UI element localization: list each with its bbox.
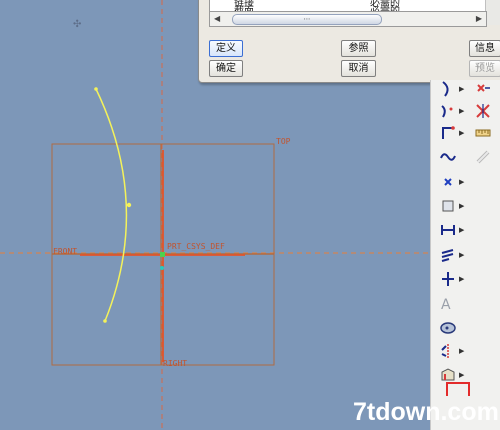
sketch-toolbar: ▶ ▶ ▶ ▶ ▶ ▶ ▶ ▶ A ▶ ▶ (430, 80, 500, 430)
arc-mid-point[interactable] (126, 202, 132, 208)
vertical-scrollbar[interactable] (485, 0, 500, 25)
cancel-button[interactable]: 取消 (341, 60, 376, 77)
text-icon[interactable]: A (433, 292, 463, 314)
sketch-arc-curve[interactable] (95, 88, 128, 322)
label-front: FRONT (53, 247, 78, 256)
chevron-right-icon[interactable]: ▶ (459, 122, 465, 144)
chevron-right-icon[interactable]: ▶ (459, 244, 465, 266)
trim-cross-icon[interactable] (469, 100, 497, 122)
spin-center-icon: ✣ (73, 19, 82, 30)
reference-button[interactable]: 参照 (341, 40, 376, 57)
label-csys: PRT_CSYS_DEF (167, 242, 225, 251)
horizontal-scrollbar[interactable]: ◀ ⋯ ▶ (209, 11, 487, 27)
delete-segment-icon[interactable] (469, 78, 497, 100)
arc-start-point[interactable] (94, 87, 98, 91)
spline-icon[interactable] (433, 146, 463, 168)
chevron-right-icon[interactable]: ▶ (459, 171, 465, 193)
chevron-right-icon[interactable]: ▶ (459, 100, 465, 122)
arc-end-point[interactable] (103, 319, 107, 323)
chain-link-icon[interactable] (469, 146, 497, 168)
confirm-button[interactable]: 确定 (209, 60, 243, 77)
chevron-right-icon[interactable]: ▶ (459, 195, 465, 217)
csys-point-marker (160, 266, 164, 270)
define-button[interactable]: 定义 (209, 40, 243, 57)
palette-icon[interactable] (433, 316, 463, 338)
csys-origin-marker[interactable] (160, 252, 165, 257)
preview-button[interactable]: 预览 (469, 60, 500, 77)
site-watermark: 7tdown.com (353, 398, 499, 426)
highlight-box (446, 382, 470, 396)
feature-dialog: 链接 必需的 截面 必需的 ◀ ⋯ ▶ 定义 确定 参照 取消 信息 预览 (198, 0, 500, 83)
chevron-right-icon[interactable]: ▶ (459, 268, 465, 290)
scroll-thumb[interactable]: ⋯ (232, 14, 382, 25)
chevron-right-icon[interactable]: ▶ (459, 340, 465, 362)
chevron-right-icon[interactable]: ▶ (459, 219, 465, 241)
chevron-right-icon[interactable]: ▶ (459, 78, 465, 100)
ruler-icon[interactable] (469, 122, 497, 144)
scroll-right-icon[interactable]: ▶ (476, 14, 482, 23)
label-right: RIGHT (163, 359, 188, 368)
scroll-left-icon[interactable]: ◀ (214, 14, 220, 23)
info-button[interactable]: 信息 (469, 40, 500, 57)
label-top: TOP (276, 137, 291, 146)
svg-text:A: A (441, 297, 451, 312)
